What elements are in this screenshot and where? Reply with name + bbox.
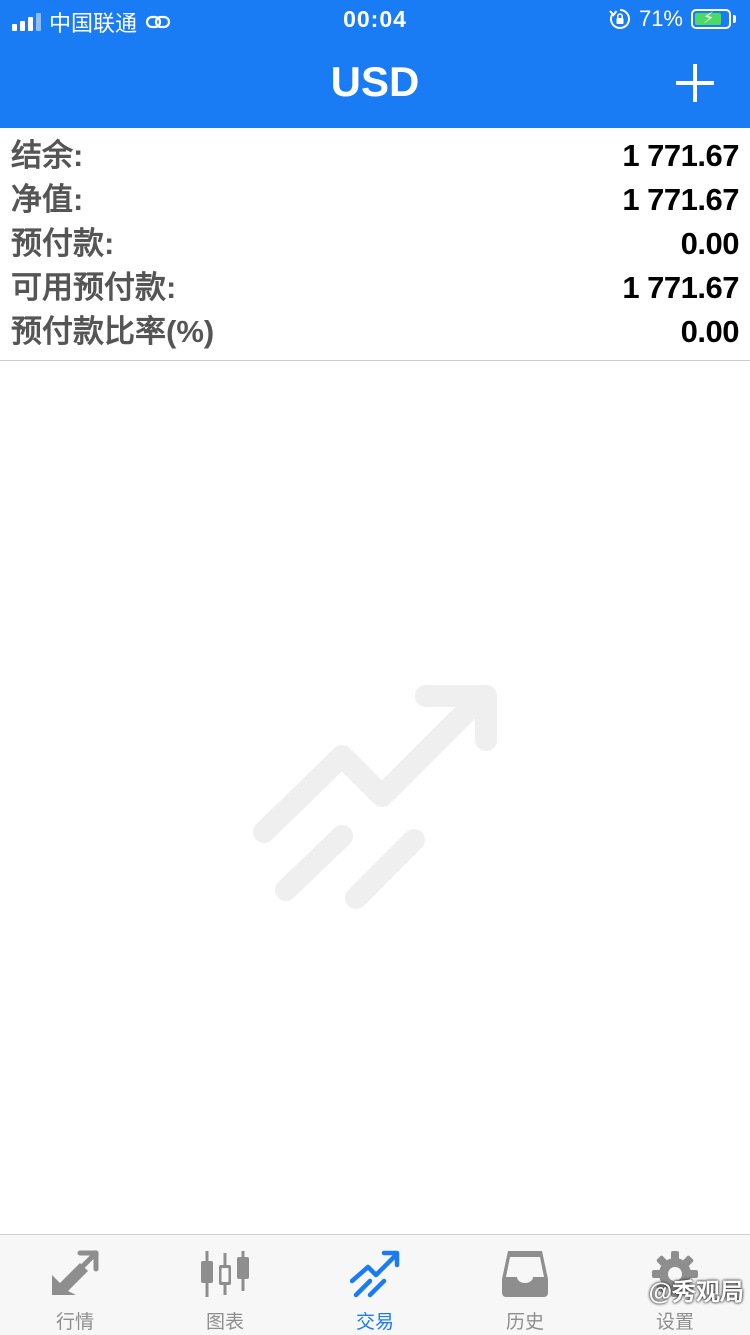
tab-history[interactable]: 历史: [450, 1235, 600, 1335]
tab-quotes[interactable]: 行情: [0, 1235, 150, 1335]
battery-percent: 71%: [638, 6, 683, 31]
summary-row-free-margin: 可用预付款: 1 771.67: [0, 266, 750, 310]
watermark: @秀观局: [648, 1279, 744, 1306]
tab-charts-label: 图表: [205, 1312, 244, 1333]
summary-row-margin: 预付款: 0.00: [0, 222, 750, 266]
tab-bar: 行情 图表 交易 历史 设置: [0, 1234, 750, 1335]
status-right: 71% ⚡: [609, 6, 736, 32]
plus-icon[interactable]: [676, 64, 714, 102]
free-margin-label: 可用预付款:: [11, 270, 177, 305]
quotes-arrows-icon: [52, 1250, 99, 1295]
summary-row-equity: 净值: 1 771.67: [0, 178, 750, 222]
summary-divider: [0, 360, 750, 361]
balance-label: 结余:: [11, 138, 84, 173]
app-header: 中国联通 00:04 71% ⚡ USD: [0, 0, 750, 128]
tab-trade[interactable]: 交易: [300, 1235, 450, 1335]
summary-row-balance: 结余: 1 771.67: [0, 134, 750, 178]
tab-settings-label: 设置: [655, 1312, 694, 1333]
margin-level-value: 0.00: [680, 314, 740, 349]
inbox-tray-icon: [502, 1251, 548, 1297]
tab-charts[interactable]: 图表: [150, 1235, 300, 1335]
margin-label: 预付款:: [11, 226, 115, 261]
battery-icon: ⚡: [691, 9, 731, 29]
trade-trend-icon: [350, 1250, 400, 1298]
margin-value: 0.00: [680, 226, 740, 261]
candlestick-icon: [201, 1251, 249, 1297]
page-title: USD: [330, 58, 420, 105]
margin-level-label: 预付款比率(%): [11, 314, 215, 349]
tab-history-label: 历史: [505, 1312, 544, 1333]
battery-cap: [733, 15, 736, 23]
trade-arrow-placeholder-icon: [253, 685, 497, 909]
equity-value: 1 771.67: [622, 182, 739, 217]
tab-trade-label: 交易: [355, 1312, 394, 1333]
rotation-lock-icon: [609, 9, 630, 29]
balance-value: 1 771.67: [622, 138, 739, 173]
free-margin-value: 1 771.67: [622, 270, 739, 305]
status-bar: 中国联通 00:04 71% ⚡: [0, 0, 750, 40]
account-summary: 结余: 1 771.67 净值: 1 771.67 预付款: 0.00 可用预付…: [0, 134, 750, 354]
equity-label: 净值:: [11, 182, 84, 217]
tab-quotes-label: 行情: [55, 1312, 94, 1333]
summary-row-margin-level: 预付款比率(%) 0.00: [0, 310, 750, 354]
